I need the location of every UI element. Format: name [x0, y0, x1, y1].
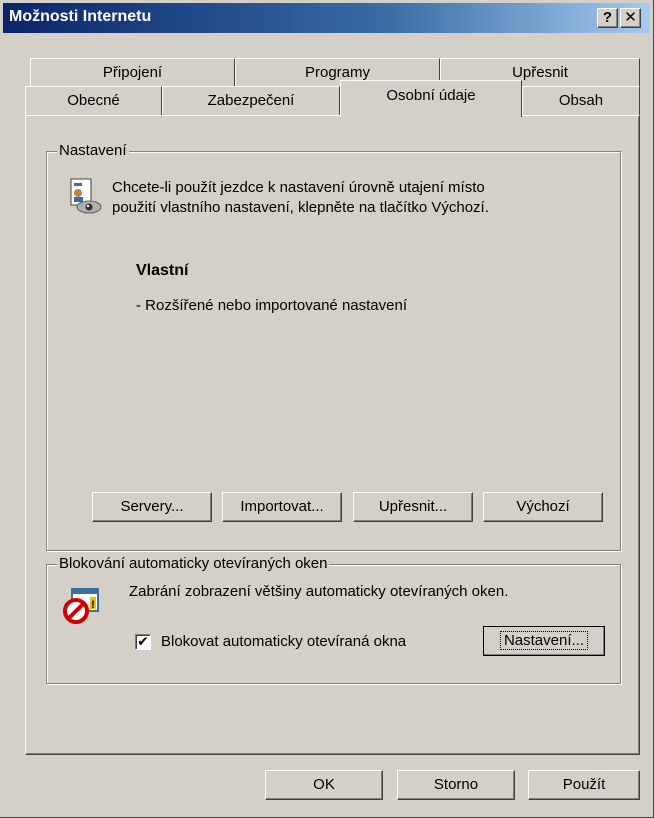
settings-group-legend: Nastavení — [57, 142, 129, 159]
import-button[interactable]: Importovat... — [222, 492, 342, 522]
popup-description: Zabrání zobrazení většiny automaticky ot… — [129, 583, 509, 600]
tab-connections[interactable]: Připojení — [30, 58, 235, 88]
privacy-level-detail: - Rozšířené nebo importované nastavení — [136, 297, 407, 314]
internet-options-dialog: Možnosti Internetu ? ✕ Připojení Program… — [0, 0, 654, 818]
popup-settings-button-label: Nastavení... — [499, 631, 589, 650]
servers-button[interactable]: Servery... — [92, 492, 212, 522]
tab-content[interactable]: Obsah — [522, 86, 640, 116]
popup-settings-button[interactable]: Nastavení... — [483, 626, 605, 656]
advanced-button[interactable]: Upřesnit... — [353, 492, 473, 522]
tab-security[interactable]: Zabezpečení — [162, 86, 340, 116]
settings-group: Nastavení Chcete-li použít jezdce k nast… — [46, 142, 621, 551]
settings-description-line1: Chcete-li použít jezdce k nastavení úrov… — [112, 179, 485, 196]
apply-button[interactable]: Použít — [528, 770, 640, 800]
ok-button[interactable]: OK — [265, 770, 383, 800]
privacy-level-title: Vlastní — [136, 262, 189, 279]
title-bar[interactable]: Možnosti Internetu ? ✕ — [3, 3, 650, 33]
tab-privacy[interactable]: Osobní údaje — [340, 80, 522, 117]
window-title: Možnosti Internetu — [9, 8, 152, 25]
popup-blocker-icon: ! — [63, 588, 99, 624]
close-button[interactable]: ✕ — [620, 8, 641, 28]
privacy-icon — [70, 178, 102, 214]
popup-blocking-group: Blokování automaticky otevíraných oken !… — [46, 555, 621, 684]
svg-text:!: ! — [91, 599, 95, 611]
default-button[interactable]: Výchozí — [483, 492, 603, 522]
privacy-tab-panel: Nastavení Chcete-li použít jezdce k nast… — [25, 115, 640, 755]
tab-general[interactable]: Obecné — [25, 86, 162, 116]
block-popups-label[interactable]: Blokovat automaticky otevíraná okna — [161, 633, 406, 650]
block-popups-checkbox[interactable]: ✔ — [135, 634, 151, 650]
settings-description-line2: použití vlastního nastavení, klepněte na… — [112, 199, 489, 216]
help-button[interactable]: ? — [597, 8, 618, 28]
popup-group-legend: Blokování automaticky otevíraných oken — [57, 555, 330, 572]
cancel-button[interactable]: Storno — [397, 770, 515, 800]
